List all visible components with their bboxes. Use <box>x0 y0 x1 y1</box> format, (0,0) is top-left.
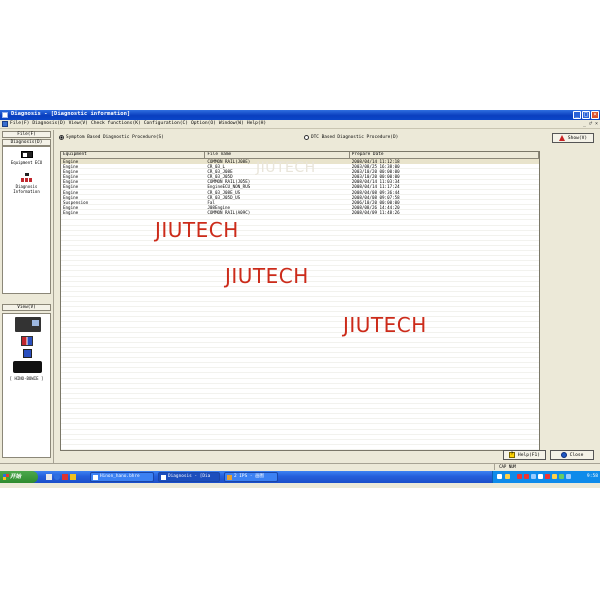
task-label: Hinon_hano.bhre <box>100 474 140 479</box>
sidebar-item-label: Diagnosis Information <box>13 184 40 194</box>
start-button[interactable]: 开始 <box>0 471 38 483</box>
close-icon <box>560 452 567 458</box>
windows-flag-icon <box>3 474 9 480</box>
main-content: Symptom Based Diagnostic Procedure(S) DT… <box>56 130 600 463</box>
left-panel: File(F) Diagnosis(D) Equipment ECU Diagn… <box>0 130 54 463</box>
task-label: 2 IPS - 画图 <box>234 474 264 479</box>
watermark-faint: JIUTECH <box>256 160 316 176</box>
show-button-label: Show(V) <box>567 135 588 141</box>
menu-bar: File(F) Diagnosis(D) View(V) Check function… <box>0 120 600 129</box>
warning-icon <box>558 135 565 141</box>
menu-item[interactable]: File(F) <box>10 121 29 126</box>
title-bar: Diagnosis - [Diagnostic information] _ □… <box>0 110 600 120</box>
tray-input-icon[interactable] <box>538 474 543 479</box>
menu-item[interactable]: Option(O) <box>191 121 216 126</box>
ecu-icon <box>20 151 33 158</box>
radio-unselected-icon <box>304 135 309 140</box>
document-icon <box>2 121 8 127</box>
diagnosis-tree: Equipment ECU Diagnosis Information <box>2 146 51 294</box>
diagnosis-info-icon <box>20 173 33 182</box>
column-header-equipment[interactable]: Equipment <box>61 152 206 158</box>
menu-items: File(F) Diagnosis(D) View(V) Check function… <box>10 121 269 126</box>
maximize-button[interactable]: □ <box>582 111 590 119</box>
taskbar: 开始 Hinon_hano.bhre Diagnosis - [Dia 2 IP… <box>0 471 600 483</box>
internet-explorer-icon[interactable] <box>54 474 60 480</box>
radio-selected-icon <box>59 135 64 140</box>
folder-icon[interactable] <box>70 474 76 480</box>
media-player-icon[interactable] <box>62 474 68 480</box>
procedure-selector: Symptom Based Diagnostic Procedure(S) DT… <box>56 133 600 145</box>
dtc-based-radio[interactable]: DTC Based Diagnostic Procedure(D) <box>304 135 398 140</box>
dialog-buttons: ? Help(F1) Close <box>0 450 600 462</box>
help-button[interactable]: ? Help(F1) <box>503 450 546 460</box>
close-button[interactable]: Close <box>550 450 594 460</box>
radio-label: Symptom Based Diagnostic Procedure(S) <box>66 135 164 140</box>
radio-label: DTC Based Diagnostic Procedure(D) <box>311 135 399 140</box>
tray-volume-icon[interactable] <box>531 474 536 479</box>
table-header: Equipment File name Prepare Date <box>61 152 539 159</box>
interface-device-icon[interactable] <box>13 361 42 373</box>
window-title: Diagnosis - [Diagnostic information] <box>11 111 131 117</box>
menu-item[interactable]: Help(H) <box>247 121 266 126</box>
caps-num-indicator: CAP NUM <box>494 464 520 470</box>
file-panel-button[interactable]: File(F) <box>2 131 51 138</box>
device-panel: [ HINO-BOWIE ] <box>2 313 51 458</box>
menu-item[interactable]: Check functions(K) <box>91 121 141 126</box>
table-body: Engine COMMON RAIL(J08E) 2008/04/14 11:12:… <box>61 159 539 450</box>
status-bar: CAP NUM <box>0 463 600 470</box>
watermark: JIUTECH <box>155 218 239 242</box>
symptom-based-radio[interactable]: Symptom Based Diagnostic Procedure(S) <box>59 135 164 140</box>
device-label: [ HINO-BOWIE ] <box>9 376 44 381</box>
taskbar-item-hinon[interactable]: Hinon_hano.bhre <box>90 472 154 482</box>
truck-icon[interactable] <box>15 317 41 332</box>
diagnostic-file-table[interactable]: Equipment File name Prepare Date Engine C… <box>60 151 540 451</box>
sidebar-item-label: Equipment ECU <box>10 160 43 165</box>
show-desktop-icon[interactable] <box>46 474 52 480</box>
help-icon: ? <box>508 452 515 458</box>
view-panel-button[interactable]: View(V) <box>2 304 51 311</box>
menu-item[interactable]: View(V) <box>69 121 88 126</box>
app-icon <box>2 112 8 118</box>
column-header-file-name[interactable]: File name <box>205 152 350 158</box>
window-icon <box>161 475 166 480</box>
table-cell-equipment: Engine <box>63 209 79 215</box>
close-button-label: Close <box>569 452 584 458</box>
task-label: Diagnosis - [Dia <box>168 474 211 479</box>
taskbar-item-paint[interactable]: 2 IPS - 画图 <box>224 472 278 482</box>
connector-icon[interactable] <box>21 336 33 346</box>
mdi-controls[interactable]: _ ♂ × <box>583 121 598 127</box>
tray-status-icon[interactable] <box>559 474 564 479</box>
sidebar-item-diagnosis-information[interactable]: Diagnosis Information <box>3 173 50 194</box>
taskbar-item-diagnosis[interactable]: Diagnosis - [Dia <box>158 472 220 482</box>
system-tray: 9:58 <box>492 471 600 483</box>
sidebar-item-equipment-ecu[interactable]: Equipment ECU <box>3 151 50 165</box>
menu-item[interactable]: Diagnosis(D) <box>32 121 65 126</box>
menu-item[interactable]: Window(W) <box>219 121 244 126</box>
menu-item[interactable]: Configuration(C) <box>144 121 188 126</box>
paint-icon <box>227 475 232 480</box>
cable-icon[interactable] <box>23 349 32 358</box>
tray-chat-icon[interactable] <box>552 474 557 479</box>
tray-network-icon[interactable] <box>497 474 502 479</box>
show-button[interactable]: Show(V) <box>552 133 594 143</box>
help-button-label: Help(F1) <box>517 452 541 458</box>
tray-security-icon[interactable] <box>505 474 510 479</box>
column-header-prepare-date[interactable]: Prepare Date <box>350 152 539 158</box>
tray-app-icon[interactable] <box>524 474 529 479</box>
close-window-button[interactable]: × <box>591 111 599 119</box>
tray-update-icon[interactable] <box>545 474 550 479</box>
application-screen: Diagnosis - [Diagnostic information] _ □… <box>0 110 600 488</box>
minimize-button[interactable]: _ <box>573 111 581 119</box>
tray-antivirus-icon[interactable] <box>517 474 522 479</box>
clock: 9:58 <box>586 474 598 479</box>
tray-language-icon[interactable] <box>566 474 571 479</box>
start-label: 开始 <box>10 474 22 480</box>
table-cell-file: COMMON RAIL(A09C) <box>207 209 251 215</box>
diagnosis-panel-button[interactable]: Diagnosis(D) <box>2 139 51 146</box>
watermark: JIUTECH <box>343 313 427 337</box>
watermark: JIUTECH <box>225 264 309 288</box>
table-cell-date: 2008/04/09 11:48:26 <box>351 209 400 215</box>
window-icon <box>93 475 98 480</box>
table-row[interactable]: Engine COMMON RAIL(A09C) 2008/04/09 11:48:… <box>61 210 539 215</box>
